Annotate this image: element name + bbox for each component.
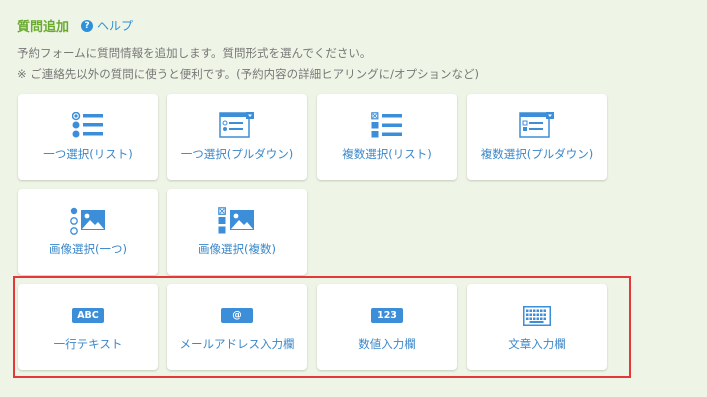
number-icon: 123	[371, 308, 403, 323]
question-type-label: 一つ選択(リスト)	[43, 147, 133, 161]
question-type-label: 画像選択(一つ)	[49, 242, 127, 256]
image-checkbox-icon	[218, 207, 256, 239]
checkbox-list-icon	[371, 112, 403, 142]
question-type-textarea[interactable]: 文章入力欄	[467, 284, 607, 370]
question-type-label: 一行テキスト	[53, 337, 123, 351]
radio-list-icon	[71, 111, 104, 142]
help-label[interactable]: ヘルプ	[97, 17, 133, 34]
question-type-single-dropdown[interactable]: 一つ選択(プルダウン)	[167, 94, 307, 180]
question-type-image-multi[interactable]: 画像選択(複数)	[167, 189, 307, 275]
description-line-2: ※ ご連絡先以外の質問に使うと便利です。(予約内容の詳細ヒアリングに/オプション…	[17, 67, 479, 81]
question-type-single-list[interactable]: 一つ選択(リスト)	[18, 94, 158, 180]
description-line-1: 予約フォームに質問情報を追加します。質問形式を選んでください。	[17, 46, 372, 60]
question-type-multi-dropdown[interactable]: 複数選択(プルダウン)	[467, 94, 607, 180]
at-sign-icon: @	[221, 308, 253, 323]
keyboard-icon	[523, 306, 551, 330]
question-type-image-single[interactable]: 画像選択(一つ)	[18, 189, 158, 275]
section-header: 質問追加 ? ヘルプ	[17, 16, 133, 35]
help-icon: ?	[81, 19, 94, 32]
question-type-label: 複数選択(リスト)	[342, 147, 432, 161]
page-title: 質問追加	[17, 20, 70, 35]
abc-text-icon: ABC	[72, 308, 104, 323]
question-type-label: 画像選択(複数)	[198, 242, 276, 256]
question-type-label: 一つ選択(プルダウン)	[180, 147, 294, 161]
question-type-email-field[interactable]: @ メールアドレス入力欄	[167, 284, 307, 370]
question-type-label: メールアドレス入力欄	[179, 337, 295, 351]
image-radio-icon	[70, 207, 106, 239]
question-type-number-field[interactable]: 123 数値入力欄	[317, 284, 457, 370]
question-type-label: 数値入力欄	[358, 337, 416, 351]
dropdown-window-icon	[219, 112, 255, 143]
question-type-label: 文章入力欄	[508, 337, 566, 351]
question-type-single-line-text[interactable]: ABC 一行テキスト	[18, 284, 158, 370]
help-link[interactable]: ? ヘルプ	[81, 17, 133, 34]
question-type-label: 複数選択(プルダウン)	[480, 147, 594, 161]
question-type-multi-list[interactable]: 複数選択(リスト)	[317, 94, 457, 180]
multi-dropdown-window-icon	[519, 112, 555, 143]
